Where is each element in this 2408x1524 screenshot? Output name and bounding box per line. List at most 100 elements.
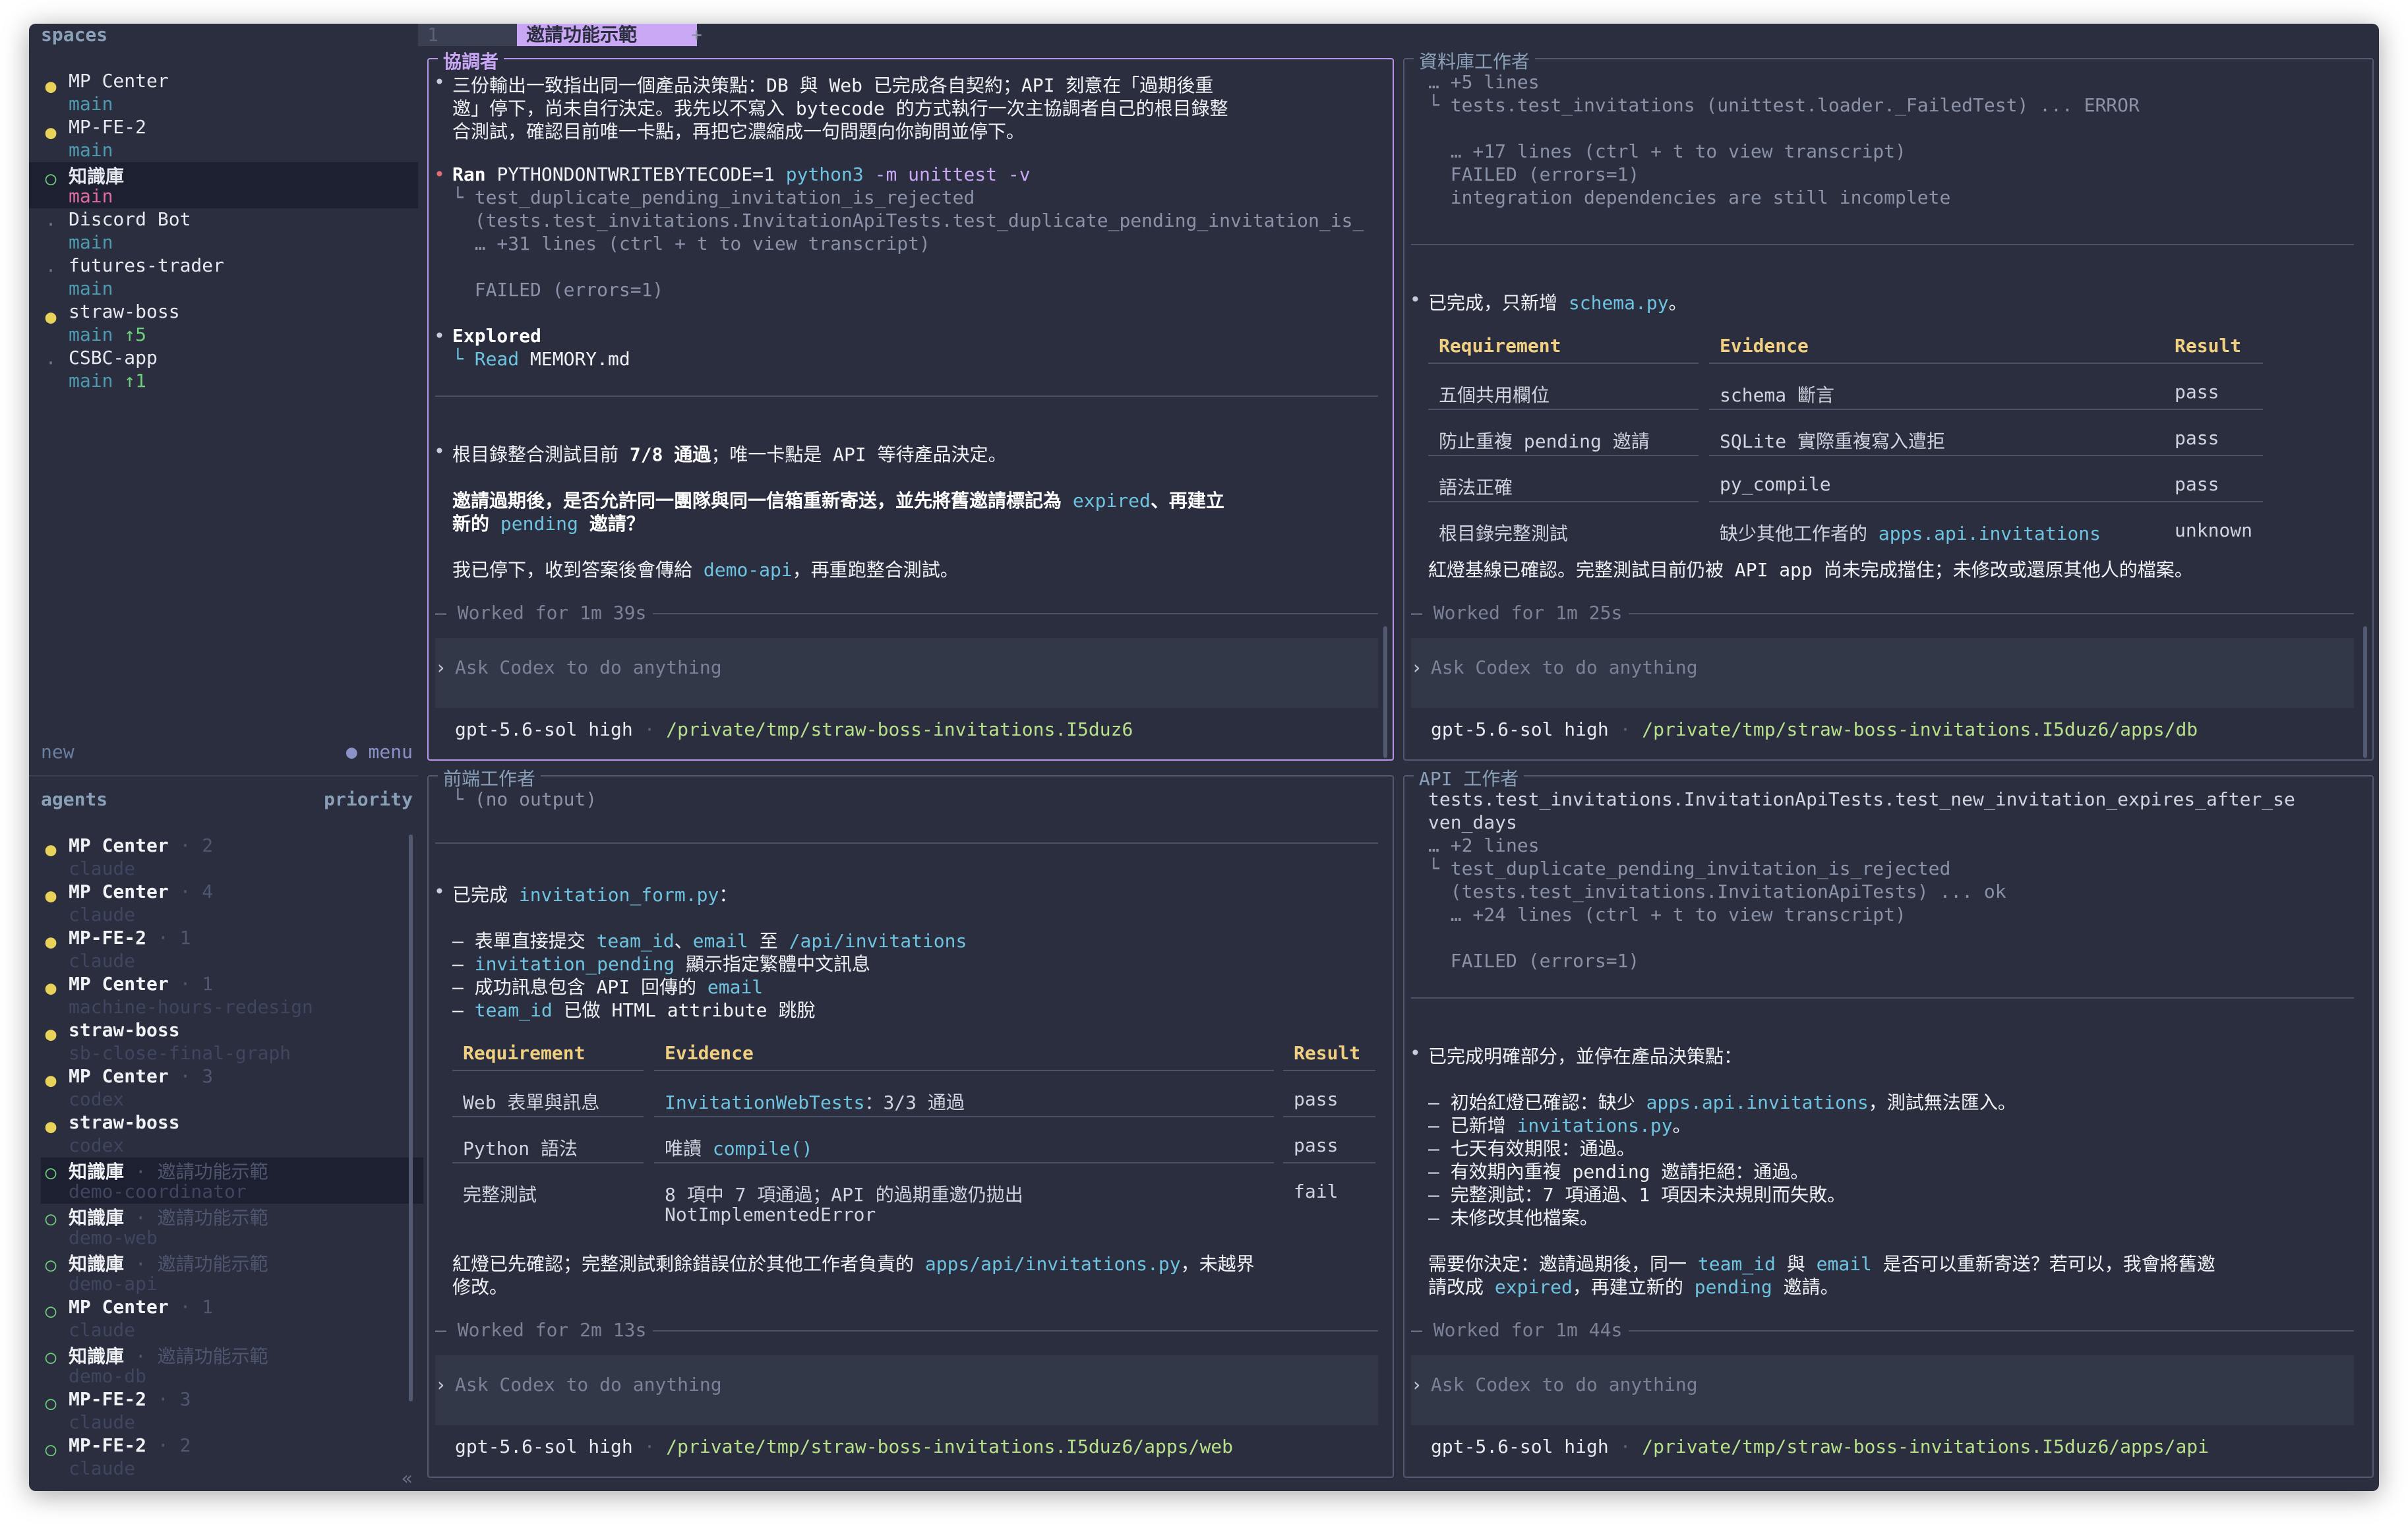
- status-dot-icon: ·: [45, 352, 57, 374]
- output-line: └ (no output): [452, 788, 597, 810]
- bullet-line: – 表單直接提交 team_id、email 至 /api/invitation…: [452, 927, 967, 953]
- space-item[interactable]: · Discord Bot main: [41, 208, 430, 254]
- table-rule: [452, 1162, 644, 1163]
- code-span: InvitationWebTests: [665, 1092, 865, 1113]
- agent-item[interactable]: ● straw-boss sb-close-final-graph: [41, 1019, 423, 1065]
- prompt-placeholder: Ask Codex to do anything: [455, 657, 722, 678]
- space-item[interactable]: ● straw-boss main ↑5: [41, 301, 430, 347]
- status-bar: gpt-5.6-sol high · /private/tmp/straw-bo…: [1431, 1436, 2209, 1457]
- tab-bar: 1 邀請功能示範 +: [418, 24, 2379, 50]
- divider: [653, 613, 1378, 614]
- table-header: Result: [1294, 1042, 1361, 1064]
- status-ring-icon: ○: [45, 167, 57, 189]
- agent-item[interactable]: ● MP-FE-2 · 1 claude: [41, 927, 423, 973]
- agent-sub: demo-web: [69, 1227, 158, 1248]
- table-rule: [1428, 409, 1699, 410]
- separator: ·: [1619, 718, 1631, 740]
- agent-index: · 4: [179, 881, 214, 902]
- ran-label: Ran: [452, 163, 486, 185]
- prompt-input[interactable]: › Ask Codex to do anything: [1411, 1355, 2354, 1425]
- prompt-input[interactable]: › Ask Codex to do anything: [435, 638, 1378, 708]
- bullet-line: – 已新增 invitations.py。: [1428, 1111, 1691, 1138]
- branch-name: main: [69, 324, 113, 345]
- divider: [1411, 244, 2354, 245]
- question-line: 需要你決定：邀請過期後，同一 team_id 與 email 是否可以重新寄送？…: [1428, 1250, 2215, 1276]
- code-span: pending: [500, 513, 578, 535]
- agent-sub: machine-hours-redesign: [69, 996, 313, 1018]
- status-dot-icon: ●: [45, 838, 57, 860]
- status-ring-icon: ○: [45, 1346, 57, 1368]
- pane-title: 協調者: [438, 47, 504, 74]
- explored-line: └ Read MEMORY.md: [452, 348, 630, 370]
- pane-scrollbar[interactable]: [1383, 626, 1387, 758]
- separator: ·: [644, 718, 655, 740]
- agent-sub: demo-db: [69, 1365, 147, 1387]
- agent-item[interactable]: ● MP Center · 4 claude: [41, 881, 423, 927]
- new-tab-button[interactable]: +: [682, 24, 711, 46]
- space-item[interactable]: · CSBC-app main ↑1: [41, 347, 430, 393]
- agent-item[interactable]: ○ 知識庫 · 邀請功能示範 demo-web: [41, 1204, 423, 1250]
- bullet-icon: •: [1410, 289, 1421, 310]
- text-span: 已做 HTML attribute 跳脫: [563, 999, 816, 1021]
- space-item[interactable]: ● MP Center main: [41, 70, 430, 116]
- text-span: – 成功訊息包含 API 回傳的: [452, 976, 697, 998]
- agents-scrollbar[interactable]: [409, 835, 413, 1401]
- agent-index: · 1: [179, 973, 214, 995]
- table-cell: unknown: [2175, 519, 2253, 541]
- code-span: email: [1816, 1253, 1872, 1275]
- prompt-input[interactable]: › Ask Codex to do anything: [1411, 638, 2354, 708]
- text-span: 邀請。: [1783, 1276, 1839, 1298]
- text-span: 新的: [452, 513, 490, 535]
- agent-item-selected[interactable]: ○ 知識庫 · 邀請功能示範 demo-coordinator: [41, 1158, 423, 1204]
- done-line: 已完成 invitation_form.py：: [452, 881, 737, 907]
- pane-scrollbar[interactable]: [2363, 626, 2367, 758]
- new-space-button[interactable]: new: [41, 741, 75, 763]
- status-bar: gpt-5.6-sol high · /private/tmp/straw-bo…: [1431, 718, 2198, 740]
- table-rule: [2164, 501, 2263, 502]
- agent-name-row: MP Center · 1: [69, 973, 213, 995]
- tab-1[interactable]: 1: [418, 24, 522, 46]
- agent-item[interactable]: ● straw-boss codex: [41, 1111, 423, 1158]
- agent-index: · 3: [157, 1388, 191, 1410]
- agent-name-row: 知識庫 · 邀請功能示範: [69, 1158, 268, 1184]
- model-label: gpt-5.6-sol high: [1431, 1436, 1609, 1457]
- space-item[interactable]: ● MP-FE-2 main: [41, 116, 430, 162]
- space-item-selected[interactable]: ○ 知識庫 main: [29, 162, 418, 208]
- worked-duration: — Worked for 2m 13s: [435, 1319, 647, 1341]
- text-span: 是否可以重新寄送？若可以，我會將舊邀: [1882, 1253, 2215, 1275]
- agent-item[interactable]: ○ 知識庫 · 邀請功能示範 demo-api: [41, 1250, 423, 1296]
- table-rule: [654, 1070, 1274, 1071]
- menu-button[interactable]: ● menu: [346, 741, 413, 763]
- agent-item[interactable]: ○ MP Center · 1 claude: [41, 1296, 423, 1342]
- output-line: … +2 lines: [1428, 835, 1540, 856]
- worked-duration: — Worked for 1m 44s: [1411, 1319, 1623, 1341]
- table-cell: SQLite 實際重複寫入遭拒: [1720, 430, 1946, 452]
- code-span: email: [692, 930, 748, 952]
- agent-item[interactable]: ● MP Center · 2 claude: [41, 835, 423, 881]
- status-dot-icon: ●: [45, 885, 57, 906]
- table-cell: pass: [1294, 1134, 1339, 1156]
- agent-item[interactable]: ● MP Center · 3 codex: [41, 1065, 423, 1111]
- text-span: 已完成，只新增: [1428, 292, 1558, 314]
- priority-sort-button[interactable]: priority: [324, 788, 413, 810]
- prompt-placeholder: Ask Codex to do anything: [455, 1374, 722, 1395]
- agent-item[interactable]: ○ MP-FE-2 · 3 claude: [41, 1388, 423, 1434]
- table-cell: 8 項中 7 項通過；API 的過期重邀仍拋出: [665, 1184, 1023, 1206]
- table-header: Requirement: [1439, 335, 1561, 357]
- agent-item[interactable]: ○ 知識庫 · 邀請功能示範 demo-db: [41, 1342, 423, 1388]
- text-span: 邀請過期後，是否允許同一團隊與同一信箱重新寄送，並先將舊邀請標記為: [452, 490, 1062, 512]
- agent-sub: codex: [69, 1088, 125, 1110]
- divider: [653, 1330, 1378, 1332]
- space-item[interactable]: · futures-trader main: [41, 254, 430, 301]
- agent-name: 知識庫: [69, 1345, 125, 1367]
- spaces-panel: spaces ● MP Center main ● MP-FE-2 main ○…: [29, 24, 418, 775]
- bullet-line: – 初始紅燈已確認：缺少 apps.api.invitations，測試無法匯入…: [1428, 1088, 2016, 1115]
- prompt-placeholder: Ask Codex to do anything: [1431, 1374, 1698, 1395]
- tab-invitation-demo[interactable]: 邀請功能示範: [517, 24, 697, 46]
- agent-item[interactable]: ○ MP-FE-2 · 2 claude: [41, 1434, 423, 1480]
- read-label: └ Read: [452, 348, 520, 370]
- collapse-sidebar-button[interactable]: «: [402, 1467, 413, 1489]
- prompt-input[interactable]: › Ask Codex to do anything: [435, 1355, 1378, 1425]
- agent-item[interactable]: ● MP Center · 1 machine-hours-redesign: [41, 973, 423, 1019]
- agent-name-row: MP Center · 3: [69, 1065, 213, 1087]
